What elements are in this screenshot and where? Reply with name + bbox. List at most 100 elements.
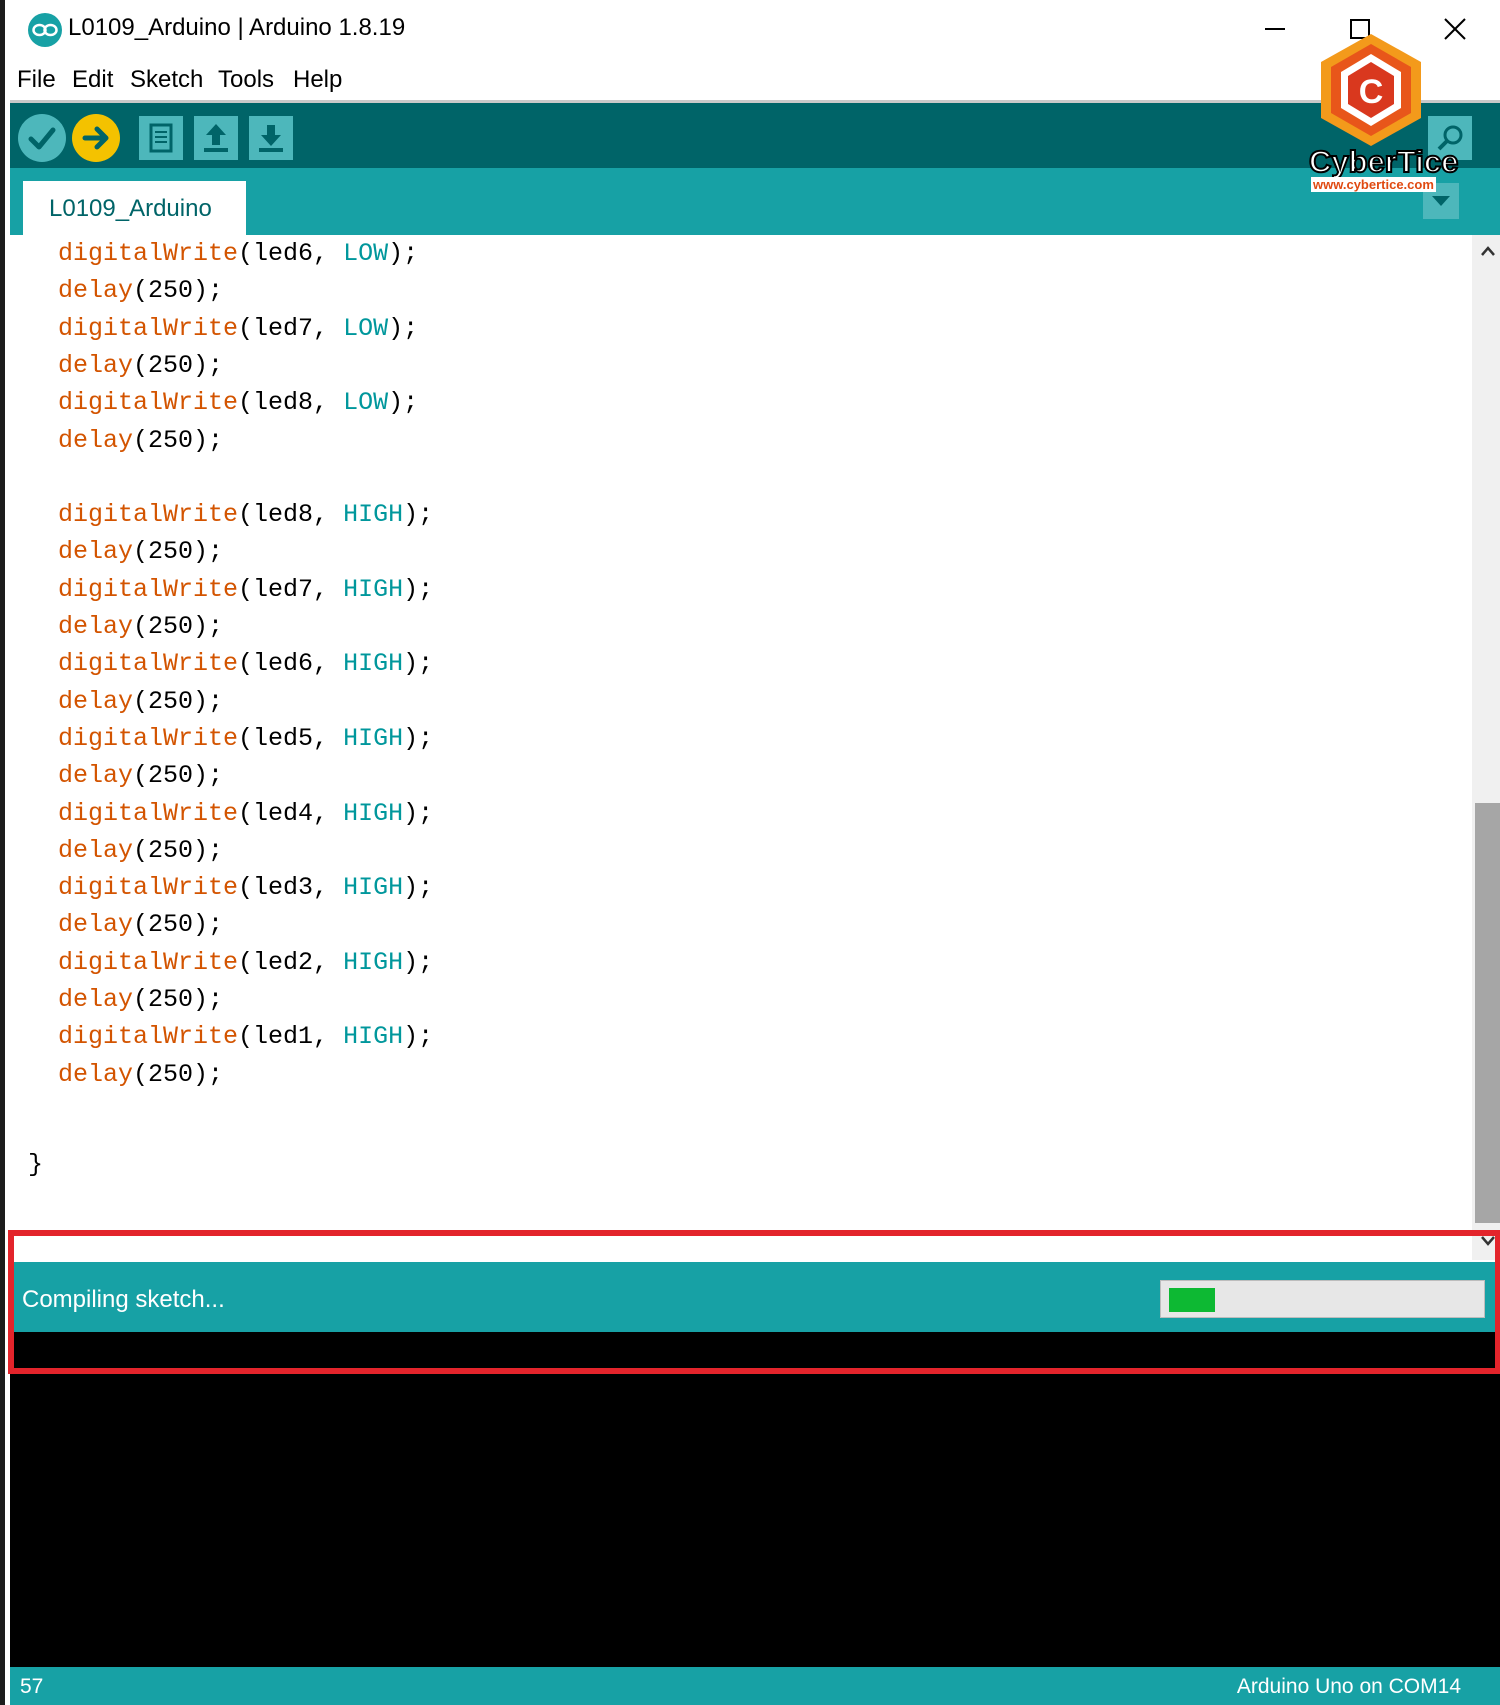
code-args: (250); — [133, 985, 224, 1014]
vertical-scrollbar[interactable] — [1472, 235, 1500, 1260]
code-line: delay(250); — [58, 612, 223, 652]
code-line: digitalWrite(led5, HIGH); — [58, 724, 433, 764]
code-function: delay — [58, 835, 134, 865]
line-number: 57 — [20, 1675, 44, 1698]
code-end: ); — [403, 649, 434, 679]
window-title: L0109_Arduino | Arduino 1.8.19 — [68, 14, 406, 41]
code-end: ); — [388, 313, 419, 343]
code-constant: HIGH — [343, 798, 404, 828]
code-args: (250); — [133, 686, 224, 716]
code-args: (250); — [133, 425, 224, 455]
arrow-right-icon — [82, 126, 109, 150]
code-args: (250); — [133, 910, 224, 940]
menu-file[interactable]: File — [17, 66, 56, 94]
highlight-box — [8, 1230, 1500, 1374]
watermark-url: www.cybertice.com — [1311, 177, 1436, 192]
tab-label: L0109_Arduino — [49, 195, 212, 222]
code-end: ); — [403, 947, 434, 977]
checkmark-icon — [28, 127, 56, 150]
code-function: digitalWrite — [58, 1022, 239, 1052]
code-constant: HIGH — [343, 873, 404, 903]
code-function: digitalWrite — [58, 649, 239, 679]
code-function: delay — [58, 425, 134, 455]
code-function: delay — [58, 350, 134, 380]
upload-button[interactable] — [72, 114, 120, 162]
svg-text:C: C — [1359, 73, 1384, 111]
menu-bar: File Edit Sketch Tools Help — [10, 58, 1500, 103]
menu-edit[interactable]: Edit — [72, 66, 113, 94]
console-output[interactable] — [10, 1332, 1500, 1667]
code-editor[interactable]: digitalWrite(led6, LOW); delay(250); digit… — [10, 235, 1472, 1260]
code-constant: HIGH — [343, 947, 404, 977]
code-end: ); — [403, 723, 434, 753]
code-end: ); — [403, 574, 434, 604]
arduino-logo-icon — [28, 13, 62, 47]
code-line: digitalWrite(led6, HIGH); — [58, 649, 433, 689]
code-args: (250); — [133, 761, 224, 791]
code-args: (led1, — [238, 1022, 344, 1052]
open-button[interactable] — [194, 116, 238, 160]
code-constant: HIGH — [343, 574, 404, 604]
code-line: digitalWrite(led8, HIGH); — [58, 500, 433, 540]
code-line: delay(250); — [58, 985, 223, 1025]
code-function: delay — [58, 910, 134, 940]
code-function: digitalWrite — [58, 313, 239, 343]
save-button[interactable] — [249, 116, 293, 160]
code-line: delay(250); — [58, 910, 223, 950]
code-args: (250); — [133, 612, 224, 641]
menu-help[interactable]: Help — [293, 66, 342, 94]
code-args: (250); — [133, 1059, 224, 1089]
code-function: digitalWrite — [58, 798, 239, 828]
minimize-icon — [1265, 28, 1285, 30]
code-line: delay(250); — [58, 426, 223, 466]
code-function: digitalWrite — [58, 239, 239, 268]
board-port-label: Arduino Uno on COM14 — [1236, 1675, 1461, 1698]
tab-strip: L0109_Arduino — [10, 168, 1500, 235]
chevron-up-icon[interactable] — [1480, 245, 1496, 257]
arrow-up-icon — [204, 124, 228, 152]
code-constant: LOW — [343, 313, 389, 343]
verify-button[interactable] — [18, 114, 66, 162]
code-constant: HIGH — [343, 500, 404, 530]
code-function: delay — [58, 761, 134, 791]
new-sketch-button[interactable] — [139, 116, 183, 160]
code-function: delay — [58, 612, 134, 641]
code-args: (led2, — [238, 947, 344, 977]
code-args: (250); — [133, 537, 224, 567]
code-function: delay — [58, 1059, 134, 1089]
tab-l0109-arduino[interactable]: L0109_Arduino — [23, 181, 246, 235]
code-end: ); — [403, 873, 434, 903]
scrollbar-thumb[interactable] — [1475, 803, 1500, 1223]
code-constant: HIGH — [343, 1022, 404, 1052]
code-function: digitalWrite — [58, 388, 239, 418]
code-args: (led4, — [238, 798, 344, 828]
footer-bar: 57 Arduino Uno on COM14 — [10, 1667, 1500, 1705]
code-constant: HIGH — [343, 649, 404, 679]
menu-sketch[interactable]: Sketch — [130, 66, 203, 94]
code-function: digitalWrite — [58, 947, 239, 977]
code-args: (led8, — [238, 500, 344, 530]
code-line: delay(250); — [58, 687, 223, 727]
toolbar — [10, 103, 1500, 168]
code-line: delay(250); — [58, 537, 223, 577]
code-constant: LOW — [343, 388, 389, 418]
code-function: digitalWrite — [58, 500, 239, 530]
code-args: (led7, — [238, 574, 344, 604]
code-end: ); — [403, 1022, 434, 1052]
code-line: delay(250); — [58, 1060, 223, 1100]
code-constant: HIGH — [343, 723, 404, 753]
arduino-ide-window: L0109_Arduino | Arduino 1.8.19 File Edit… — [0, 0, 1500, 1705]
code-line: digitalWrite(led6, LOW); — [58, 239, 418, 279]
code-function: digitalWrite — [58, 574, 239, 604]
code-line: delay(250); — [58, 836, 223, 876]
code-end: ); — [388, 388, 419, 418]
code-line: delay(250); — [58, 276, 223, 316]
menu-tools[interactable]: Tools — [218, 66, 274, 94]
code-line: digitalWrite(led8, LOW); — [58, 388, 418, 428]
new-file-icon — [149, 123, 173, 153]
code-end: ); — [403, 798, 434, 828]
arrow-down-icon — [259, 125, 283, 152]
watermark-brand: CyberTice — [1308, 143, 1459, 180]
code-end: ); — [403, 500, 434, 530]
code-args: (250); — [133, 835, 224, 865]
